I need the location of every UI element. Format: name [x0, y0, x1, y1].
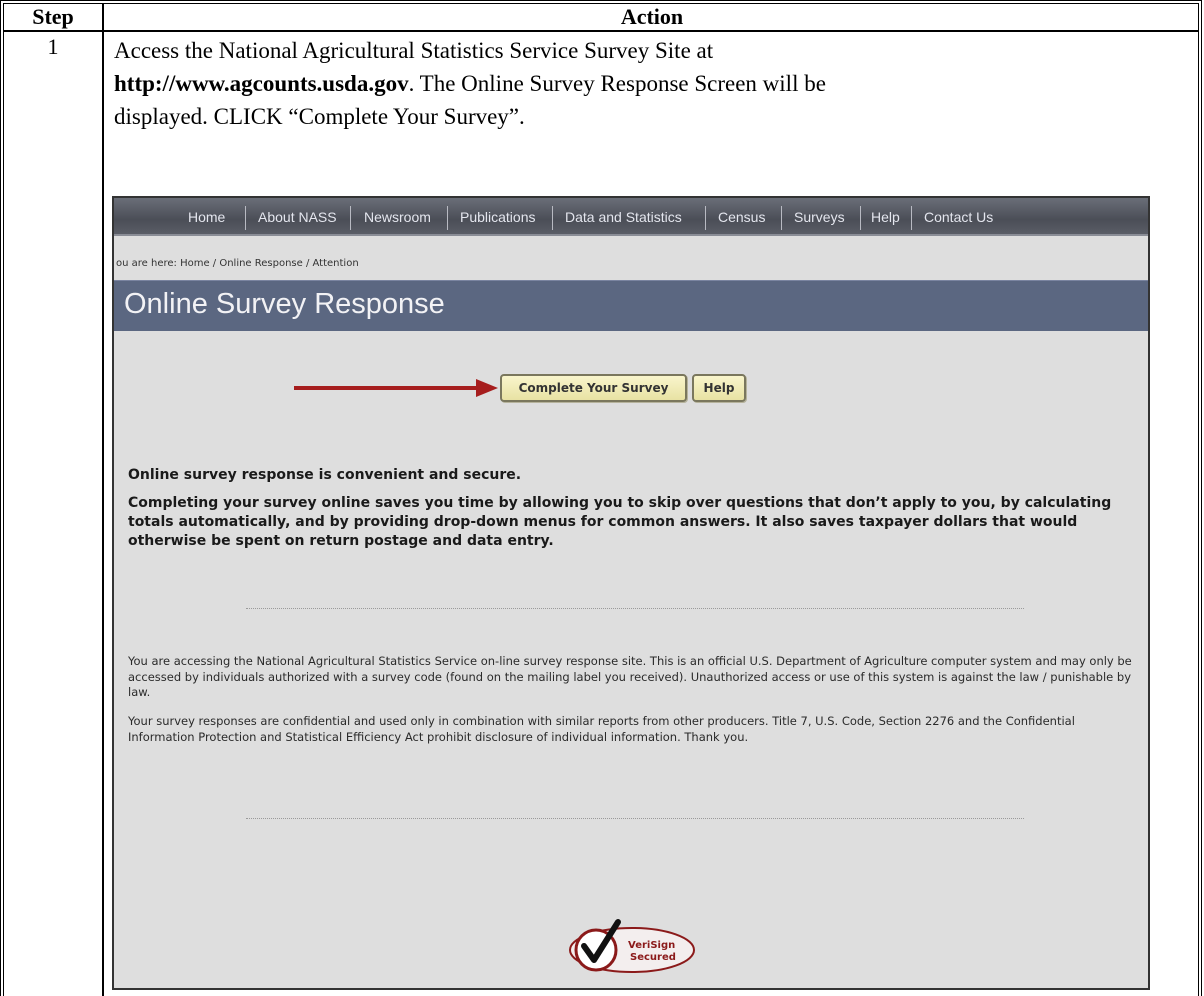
- table-header-row: Step Action: [4, 4, 1198, 32]
- site-nav-bar: Home About NASS Newsroom Publications Da…: [114, 198, 1148, 236]
- nav-separator: [245, 206, 246, 230]
- breadcrumb: ou are here: Home / Online Response / At…: [116, 258, 359, 269]
- benefits-paragraph: Completing your survey online saves you …: [128, 495, 1112, 549]
- instruction-line-3: displayed. CLICK “Complete Your Survey”.: [114, 104, 525, 129]
- survey-site-url[interactable]: http://www.agcounts.usda.gov: [114, 71, 409, 96]
- embedded-screenshot: Home About NASS Newsroom Publications Da…: [112, 196, 1150, 990]
- action-area: Complete Your Survey Help: [114, 358, 1148, 418]
- column-divider: [102, 4, 104, 996]
- dotted-divider: [246, 608, 1024, 609]
- nav-census[interactable]: Census: [718, 206, 765, 228]
- step-instruction: Access the National Agricultural Statist…: [114, 34, 1174, 133]
- nav-separator: [860, 206, 861, 230]
- red-arrow-icon: [476, 379, 498, 397]
- header-action: Action: [620, 4, 684, 29]
- dotted-divider: [246, 818, 1024, 819]
- seal-line-2: Secured: [630, 952, 676, 963]
- nav-separator: [350, 206, 351, 230]
- step-number: 1: [47, 34, 59, 59]
- nav-about-nass[interactable]: About NASS: [258, 206, 337, 228]
- complete-your-survey-button[interactable]: Complete Your Survey: [500, 374, 687, 402]
- nav-separator: [447, 206, 448, 230]
- nav-newsroom[interactable]: Newsroom: [364, 206, 431, 228]
- nav-separator: [911, 206, 912, 230]
- page-title: Online Survey Response: [124, 288, 445, 320]
- nav-separator: [781, 206, 782, 230]
- confidentiality-paragraph: Your survey responses are confidential a…: [128, 714, 1075, 744]
- nav-publications[interactable]: Publications: [460, 206, 536, 228]
- nav-separator: [705, 206, 706, 230]
- page-banner: Online Survey Response: [114, 280, 1148, 331]
- instruction-line-1: Access the National Agricultural Statist…: [114, 38, 714, 63]
- nav-help[interactable]: Help: [871, 206, 900, 228]
- instruction-line-2: . The Online Survey Response Screen will…: [408, 71, 826, 96]
- nav-contact-us[interactable]: Contact Us: [924, 206, 993, 228]
- procedure-table: Step Action 1 Access the National Agricu…: [0, 0, 1202, 996]
- nav-separator: [552, 206, 553, 230]
- seal-line-1: VeriSign: [628, 940, 675, 951]
- help-button[interactable]: Help: [692, 374, 746, 402]
- access-notice-paragraph: You are accessing the National Agricultu…: [128, 654, 1132, 699]
- nav-surveys[interactable]: Surveys: [794, 206, 845, 228]
- nav-home[interactable]: Home: [188, 206, 225, 228]
- verisign-secured-seal[interactable]: VeriSign Secured: [562, 916, 702, 976]
- nav-data-and-statistics[interactable]: Data and Statistics: [565, 206, 682, 228]
- red-arrow-shaft: [294, 386, 479, 390]
- secure-heading: Online survey response is convenient and…: [128, 467, 522, 483]
- header-step: Step: [32, 4, 74, 29]
